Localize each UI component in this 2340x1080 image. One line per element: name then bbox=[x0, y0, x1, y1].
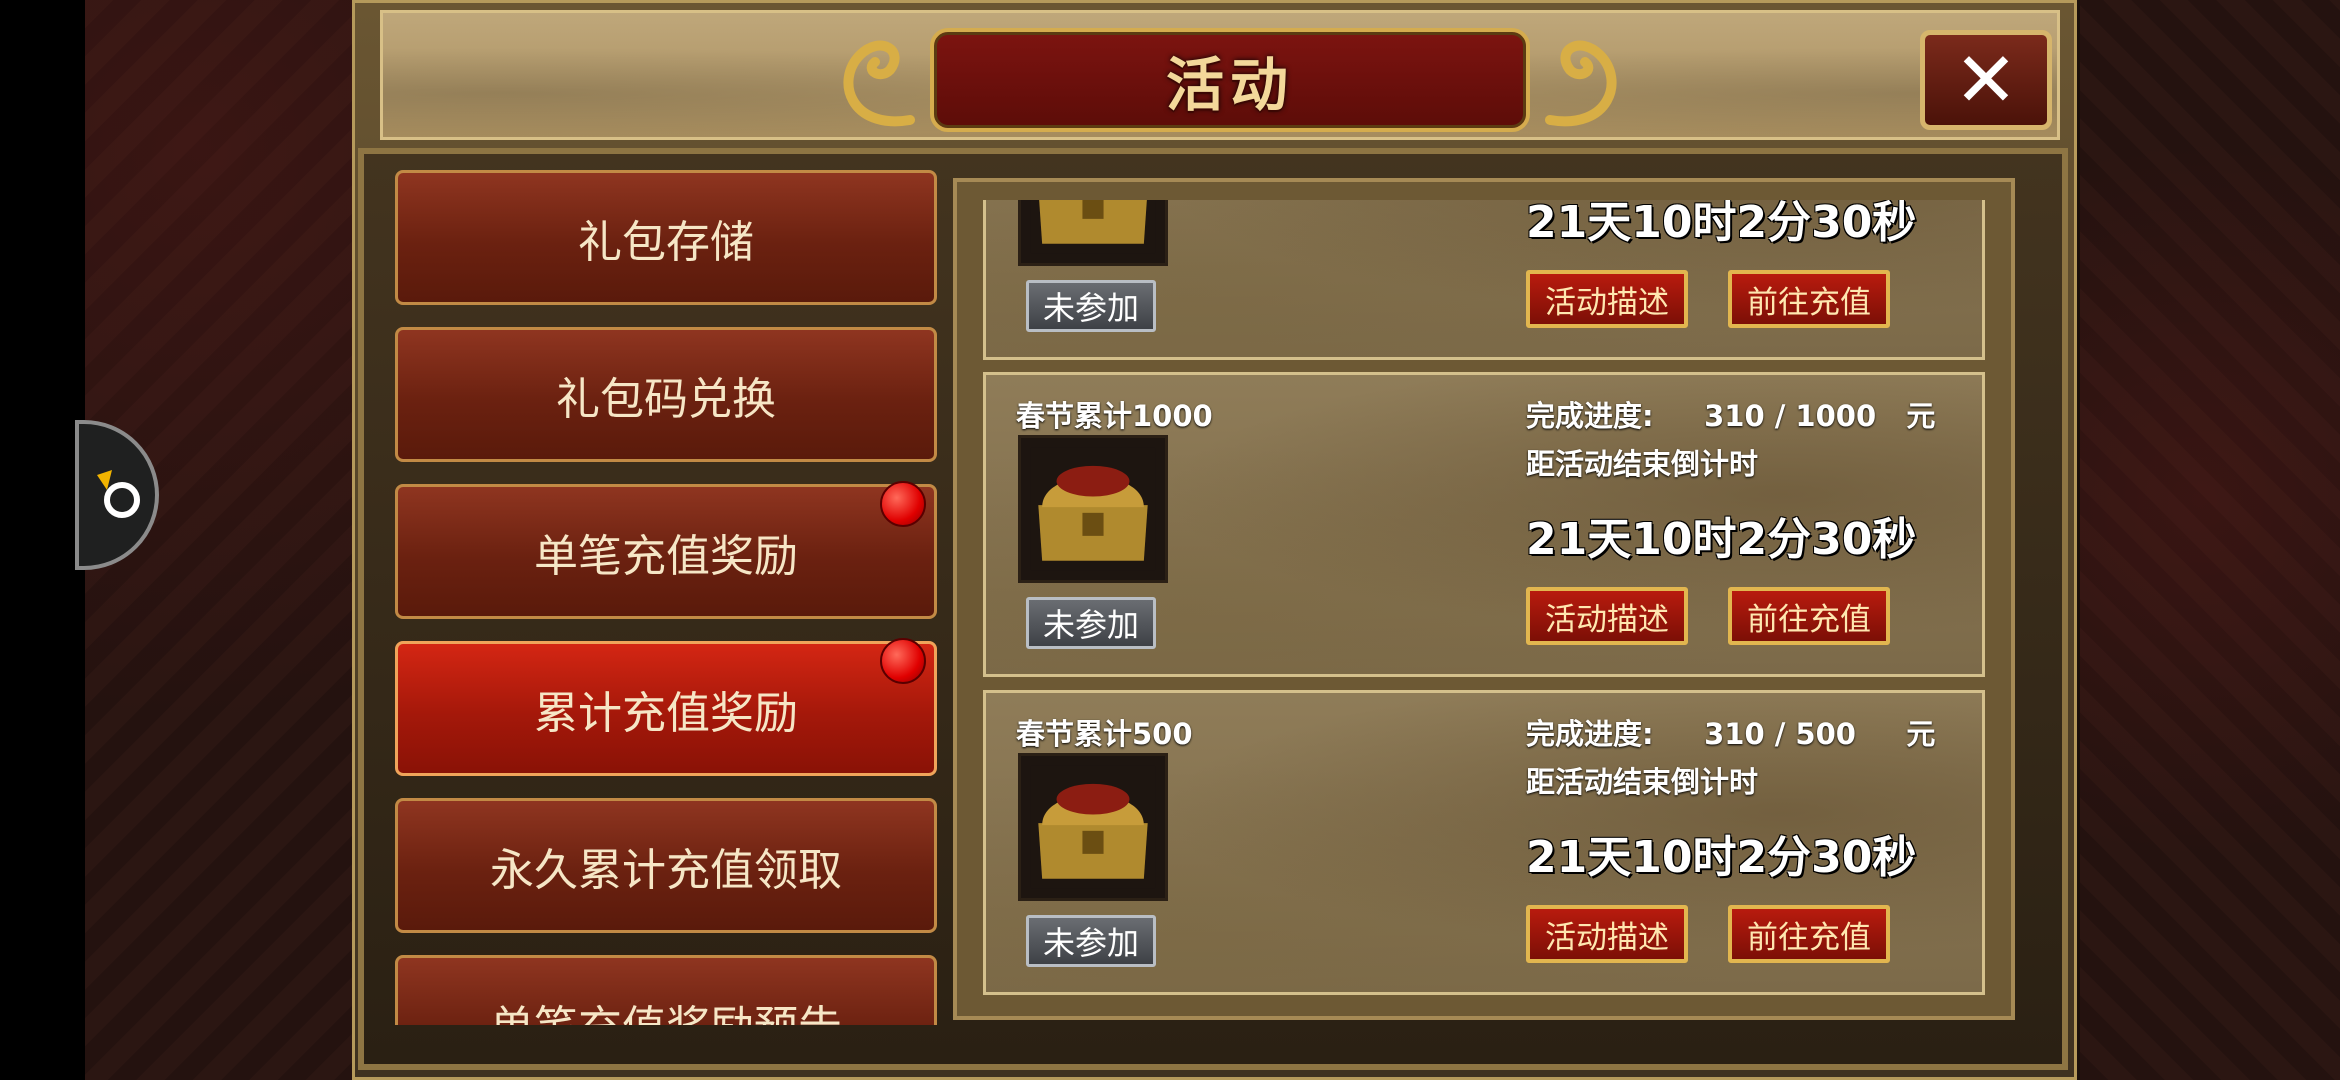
progress-label: 完成进度: bbox=[1526, 717, 1654, 751]
sidebar-item-single-recharge[interactable]: 单笔充值奖励 bbox=[395, 481, 937, 619]
progress-label: 完成进度: bbox=[1526, 399, 1654, 433]
activity-card: 春节累计1000 完成进度: 310 / 1000 元 距活动结束倒计时 21天… bbox=[983, 372, 1985, 677]
go-recharge-button[interactable]: 前往充值 bbox=[1728, 270, 1890, 328]
activity-describe-button[interactable]: 活动描述 bbox=[1526, 905, 1688, 963]
notification-dot bbox=[880, 638, 926, 684]
treasure-chest-icon bbox=[1018, 200, 1168, 266]
treasure-chest-icon bbox=[1018, 753, 1168, 901]
activity-sidebar: 礼包存储 礼包码兑换 单笔充值奖励 累计充值奖励 永久累计充值领取 单笔充值奖励… bbox=[395, 170, 937, 1025]
countdown-label: 距活动结束倒计时 bbox=[1526, 765, 1759, 799]
notification-dot bbox=[880, 481, 926, 527]
participation-status: 未参加 bbox=[1026, 597, 1156, 649]
countdown-label: 距活动结束倒计时 bbox=[1526, 447, 1759, 481]
go-recharge-button[interactable]: 前往充值 bbox=[1728, 587, 1890, 645]
activity-list[interactable]: 21天10时2分30秒 未参加 活动描述 前往充值 春节累计1000 完成进度:… bbox=[975, 200, 1995, 1000]
right-scroll-ornament-icon bbox=[1545, 40, 1617, 127]
participation-status: 未参加 bbox=[1026, 915, 1156, 967]
activity-name: 春节累计500 bbox=[1016, 717, 1193, 751]
activity-name: 春节累计1000 bbox=[1016, 399, 1213, 433]
sidebar-item-gift-storage[interactable]: 礼包存储 bbox=[395, 170, 937, 305]
sidebar-item-recharge-preview[interactable]: 单笔充值奖励预告 bbox=[395, 955, 937, 1025]
countdown-timer: 21天10时2分30秒 bbox=[1526, 200, 1917, 248]
progress-value: 310 / 500 元 bbox=[1704, 717, 1936, 751]
page-title: 活动 bbox=[1165, 51, 1294, 119]
activity-describe-button[interactable]: 活动描述 bbox=[1526, 270, 1688, 328]
progress-value: 310 / 1000 元 bbox=[1704, 399, 1936, 433]
sidebar-item-label: 单笔充值奖励预告 bbox=[490, 991, 842, 1026]
progress-row: 完成进度: 310 / 1000 元 bbox=[1526, 393, 1946, 435]
countdown-timer: 21天10时2分30秒 bbox=[1526, 514, 1917, 565]
close-icon: ✕ bbox=[1954, 35, 2018, 124]
progress-row: 完成进度: 310 / 500 元 bbox=[1526, 711, 1946, 753]
screen-edge bbox=[0, 0, 85, 1080]
sidebar-item-label: 礼包存储 bbox=[578, 216, 754, 268]
sidebar-item-label: 单笔充值奖励 bbox=[534, 530, 798, 582]
sidebar-item-permanent-recharge[interactable]: 永久累计充值领取 bbox=[395, 798, 937, 933]
sidebar-item-gift-code[interactable]: 礼包码兑换 bbox=[395, 327, 937, 462]
activity-card: 春节累计500 完成进度: 310 / 500 元 距活动结束倒计时 21天10… bbox=[983, 690, 1985, 995]
background-right bbox=[2080, 0, 2340, 1080]
countdown-timer: 21天10时2分30秒 bbox=[1526, 832, 1917, 883]
sidebar-item-label: 永久累计充值领取 bbox=[490, 844, 842, 896]
activity-card: 21天10时2分30秒 未参加 活动描述 前往充值 bbox=[983, 200, 1985, 360]
participation-status: 未参加 bbox=[1026, 280, 1156, 332]
treasure-chest-icon bbox=[1018, 435, 1168, 583]
go-recharge-button[interactable]: 前往充值 bbox=[1728, 905, 1890, 963]
assistant-logo-icon bbox=[97, 470, 140, 518]
close-button[interactable]: ✕ bbox=[1920, 30, 2052, 130]
activity-describe-button[interactable]: 活动描述 bbox=[1526, 587, 1688, 645]
sidebar-item-label: 礼包码兑换 bbox=[556, 373, 776, 425]
sidebar-item-label: 累计充值奖励 bbox=[534, 687, 798, 739]
sidebar-item-cumulative-recharge[interactable]: 累计充值奖励 bbox=[395, 638, 937, 776]
title-plate: 活动 bbox=[930, 28, 1530, 132]
left-scroll-ornament-icon bbox=[843, 40, 915, 127]
